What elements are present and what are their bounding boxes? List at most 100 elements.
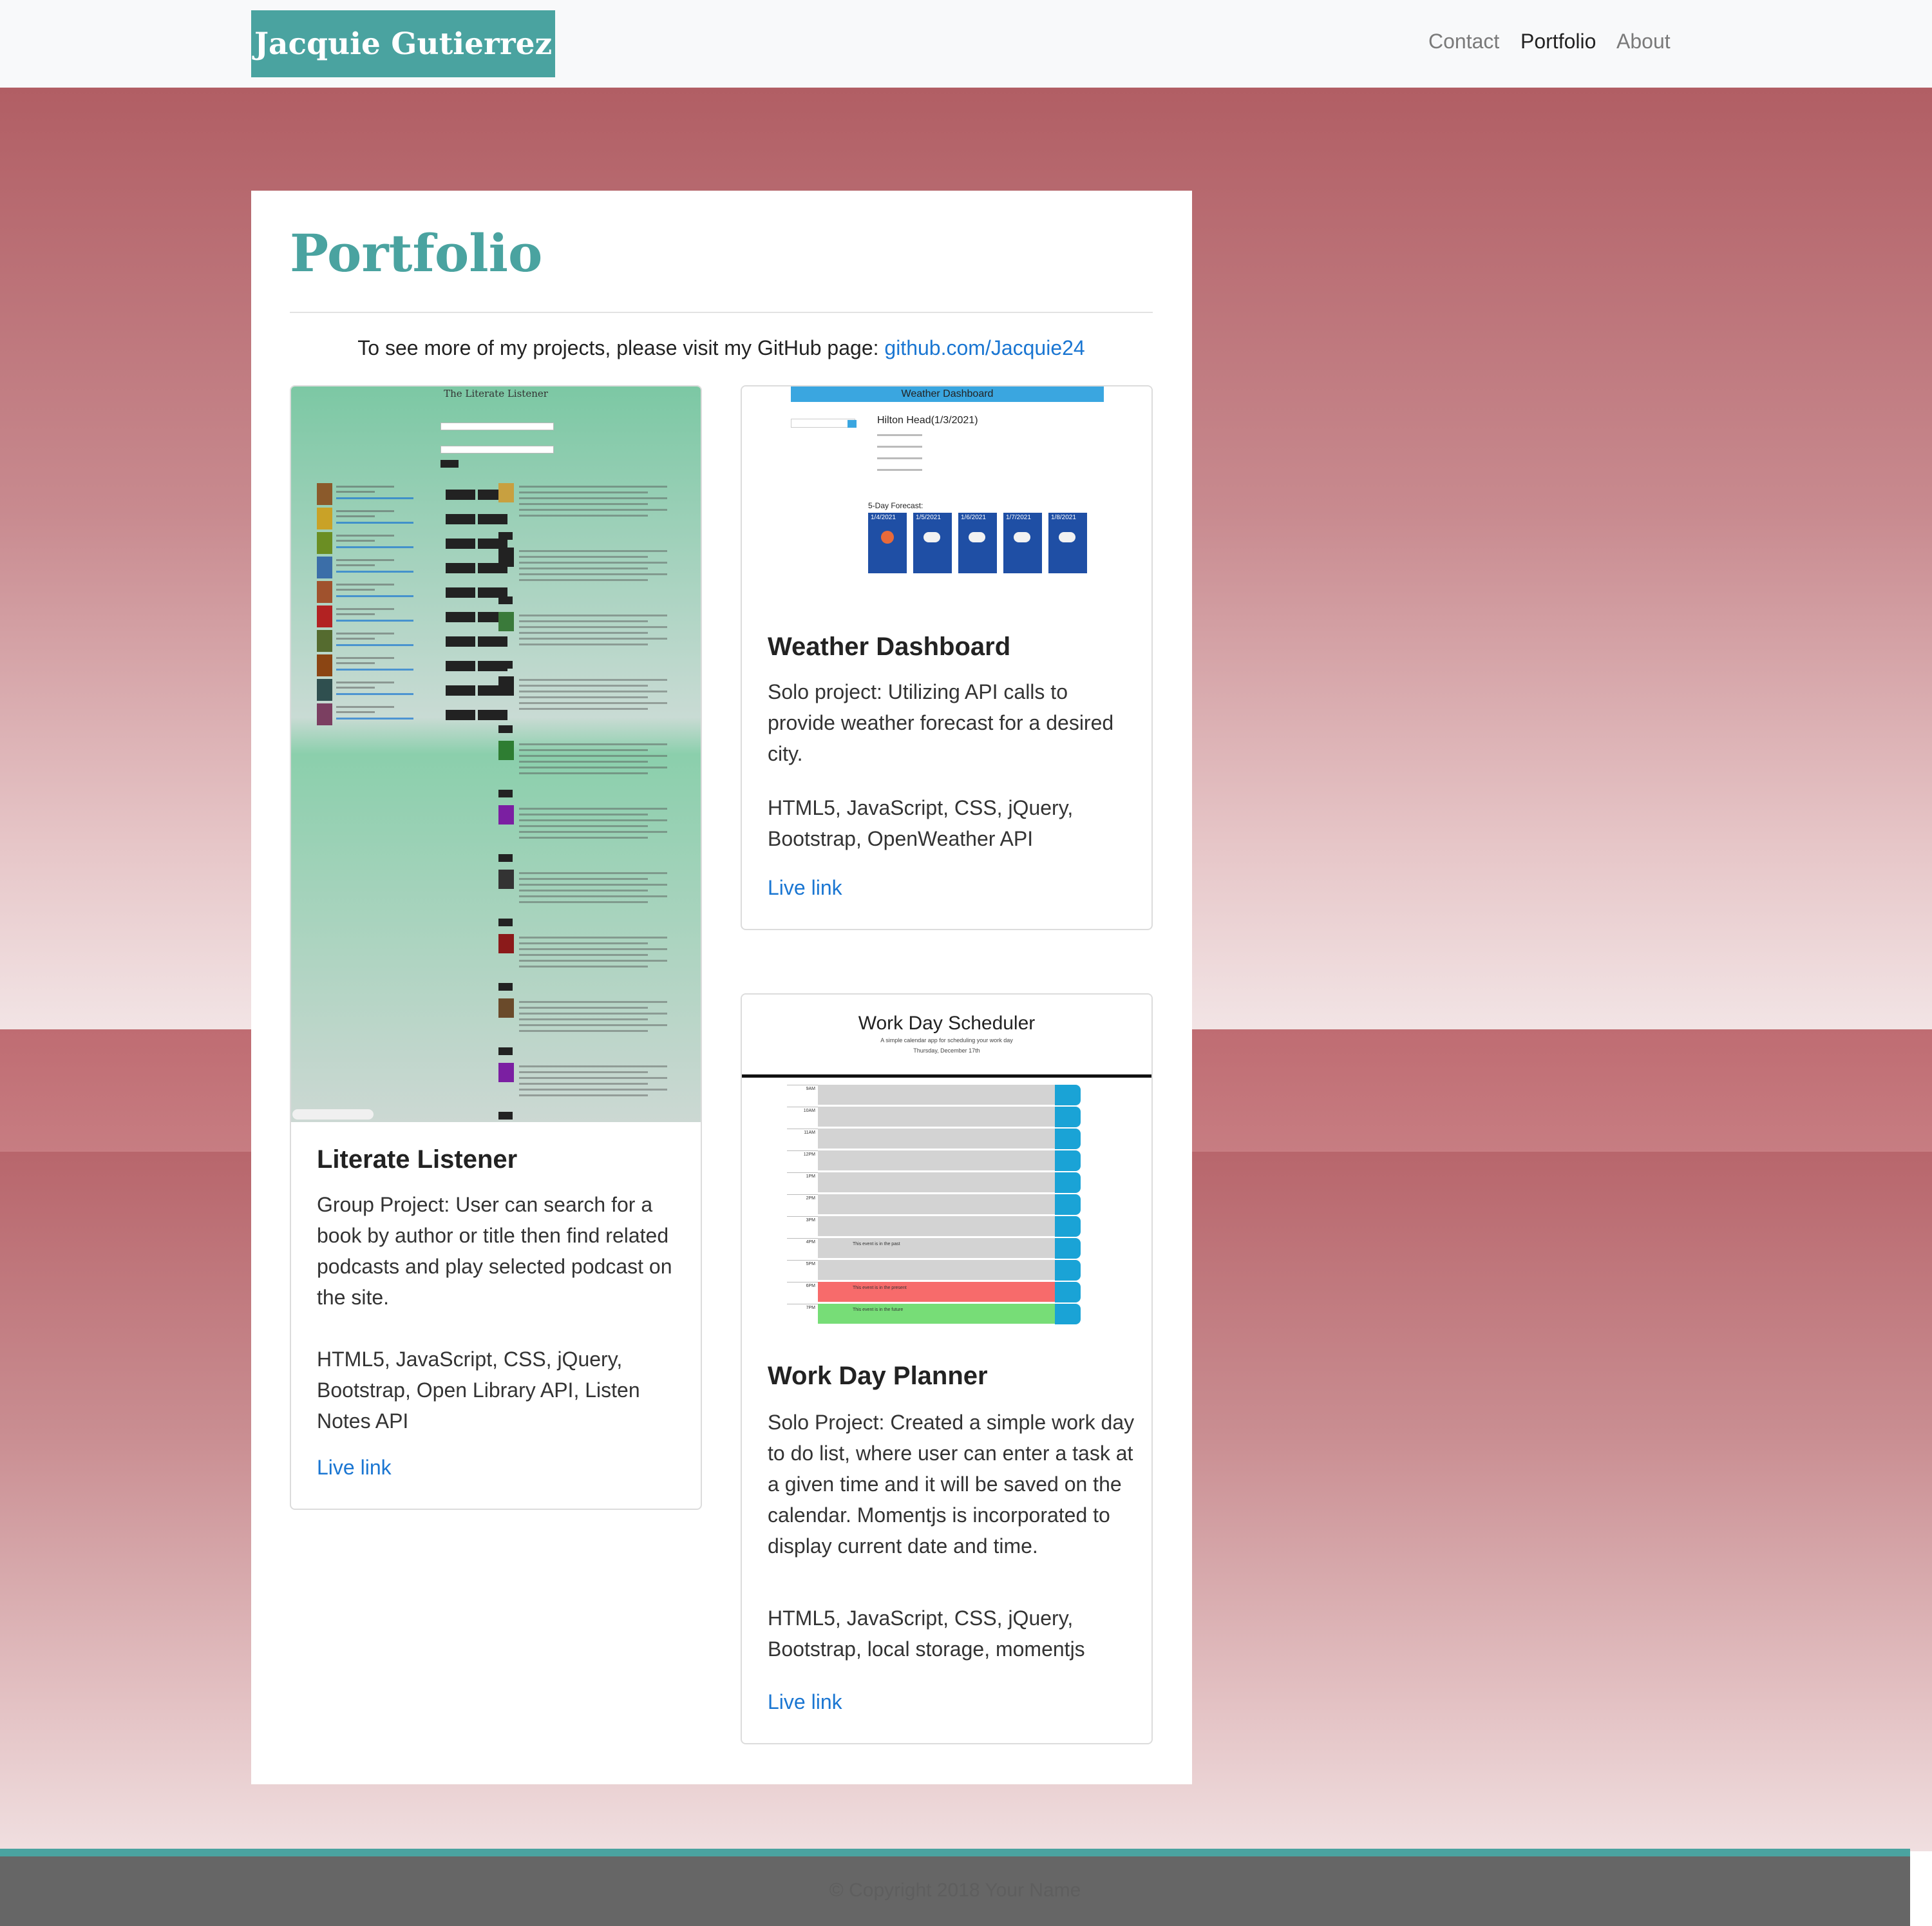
screenshot-forecast-day: 1/6/2021 [958, 513, 997, 573]
live-link[interactable]: Live link [317, 1456, 392, 1480]
project-tech: HTML5, JavaScript, CSS, jQuery, Bootstra… [768, 1607, 1085, 1661]
hour-label: 1PM [787, 1172, 818, 1193]
lock-icon [1055, 1282, 1081, 1302]
hour-label: 5PM [787, 1260, 818, 1281]
screenshot-book-row [317, 508, 507, 529]
screenshot-time-block: 12PM [787, 1150, 1081, 1171]
podcast-text-line [519, 1094, 648, 1096]
book-link-line [336, 693, 413, 695]
screenshot-city-search [791, 419, 855, 428]
podcast-text-line [519, 615, 667, 616]
book-author-line [336, 564, 375, 566]
intro-text-label: To see more of my projects, please visit… [357, 336, 885, 359]
podcast-text-line [519, 890, 648, 891]
hour-label: 4PM [787, 1238, 818, 1259]
podcast-text-line [519, 1071, 648, 1073]
event-cell [818, 1107, 1055, 1127]
nav-link-portfolio[interactable]: Portfolio [1520, 30, 1596, 53]
book-cover [317, 483, 332, 505]
cloud-icon [923, 532, 940, 542]
event-cell: This event is in the present [818, 1282, 1055, 1302]
podcast-text-line [519, 1013, 667, 1015]
play-button [498, 854, 513, 862]
book-author-line [336, 662, 375, 664]
screenshot-book-row [317, 532, 507, 554]
screenshot-forecast-day: 1/7/2021 [1003, 513, 1042, 573]
brand-logo[interactable]: Jacquie Gutierrez [251, 10, 555, 77]
screenshot-time-block: 3PM [787, 1216, 1081, 1237]
book-cover [317, 508, 332, 529]
screenshot-podcast-item [498, 548, 672, 605]
project-card-work-day-planner: Work Day Scheduler A simple calendar app… [741, 993, 1153, 1744]
book-cover [317, 703, 332, 725]
podcast-text-line [519, 831, 667, 833]
book-author-line [336, 540, 375, 542]
podcast-text-line [519, 884, 667, 886]
podcast-text-line [519, 1083, 648, 1085]
book-title-line [336, 559, 394, 561]
podcast-text-line [519, 1030, 648, 1032]
book-author-line [336, 589, 375, 591]
podcast-text-line [519, 567, 648, 569]
event-cell [818, 1260, 1055, 1281]
forecast-date: 1/5/2021 [916, 514, 941, 521]
book-cover [317, 581, 332, 603]
podcast-text-line [519, 960, 667, 962]
project-title: Work Day Planner [768, 1362, 988, 1390]
podcast-cover [498, 998, 514, 1018]
podcast-text-line [519, 749, 648, 751]
screenshot-podcast-item [498, 998, 672, 1056]
book-title-line [336, 535, 394, 537]
book-link-line [336, 571, 413, 573]
lock-icon [1055, 1238, 1081, 1259]
podcast-text-line [519, 579, 648, 581]
play-button [498, 596, 513, 604]
podcast-cover [498, 870, 514, 889]
weather-dashboard-screenshot[interactable]: Weather Dashboard Hilton Head(1/3/2021) … [742, 386, 1151, 573]
screenshot-uv-line [877, 469, 922, 471]
live-link[interactable]: Live link [768, 1690, 842, 1714]
hour-label: 7PM [787, 1304, 818, 1324]
search-title-button [446, 539, 475, 549]
book-title-line [336, 584, 394, 586]
book-title-line [336, 510, 394, 512]
podcast-text-line [519, 1065, 667, 1067]
screenshot-divider [742, 1074, 1151, 1078]
search-icon [848, 420, 857, 428]
book-cover [317, 605, 332, 627]
lock-icon [1055, 1085, 1081, 1105]
event-cell [818, 1085, 1055, 1105]
screenshot-book-row [317, 557, 507, 578]
book-title-line [336, 657, 394, 659]
book-link-line [336, 620, 413, 622]
screenshot-book-row [317, 483, 507, 505]
work-day-scheduler-screenshot[interactable]: Work Day Scheduler A simple calendar app… [742, 995, 1151, 1359]
screenshot-time-block: 6PM This event is in the present [787, 1282, 1081, 1302]
event-cell: This event is in the future [818, 1304, 1055, 1324]
hour-label: 2PM [787, 1194, 818, 1215]
podcast-text-line [519, 808, 667, 810]
screenshot-podcast-item [498, 676, 672, 734]
screenshot-heading: Work Day Scheduler [858, 1013, 1036, 1034]
github-link[interactable]: github.com/Jacquie24 [884, 336, 1084, 359]
event-cell [818, 1172, 1055, 1193]
lock-icon [1055, 1260, 1081, 1281]
podcast-text-line [519, 819, 667, 821]
screenshot-time-block: 7PM This event is in the future [787, 1304, 1081, 1324]
nav-link-about[interactable]: About [1616, 30, 1671, 53]
search-title-button [446, 563, 475, 573]
podcast-text-line [519, 761, 648, 763]
podcast-text-line [519, 942, 648, 944]
screenshot-time-block: 5PM [787, 1260, 1081, 1281]
live-link[interactable]: Live link [768, 876, 842, 900]
book-link-line [336, 595, 413, 597]
screenshot-audio-player [292, 1109, 374, 1120]
literate-listener-screenshot[interactable]: The Literate Listener [291, 386, 701, 1122]
screenshot-date: Thursday, December 17th [913, 1047, 980, 1054]
project-title: Weather Dashboard [768, 633, 1011, 661]
cloud-icon [1014, 532, 1030, 542]
book-link-line [336, 522, 413, 524]
nav-link-contact[interactable]: Contact [1428, 30, 1499, 53]
hour-label: 12PM [787, 1150, 818, 1171]
screenshot-subheading: A simple calendar app for scheduling you… [880, 1037, 1013, 1044]
